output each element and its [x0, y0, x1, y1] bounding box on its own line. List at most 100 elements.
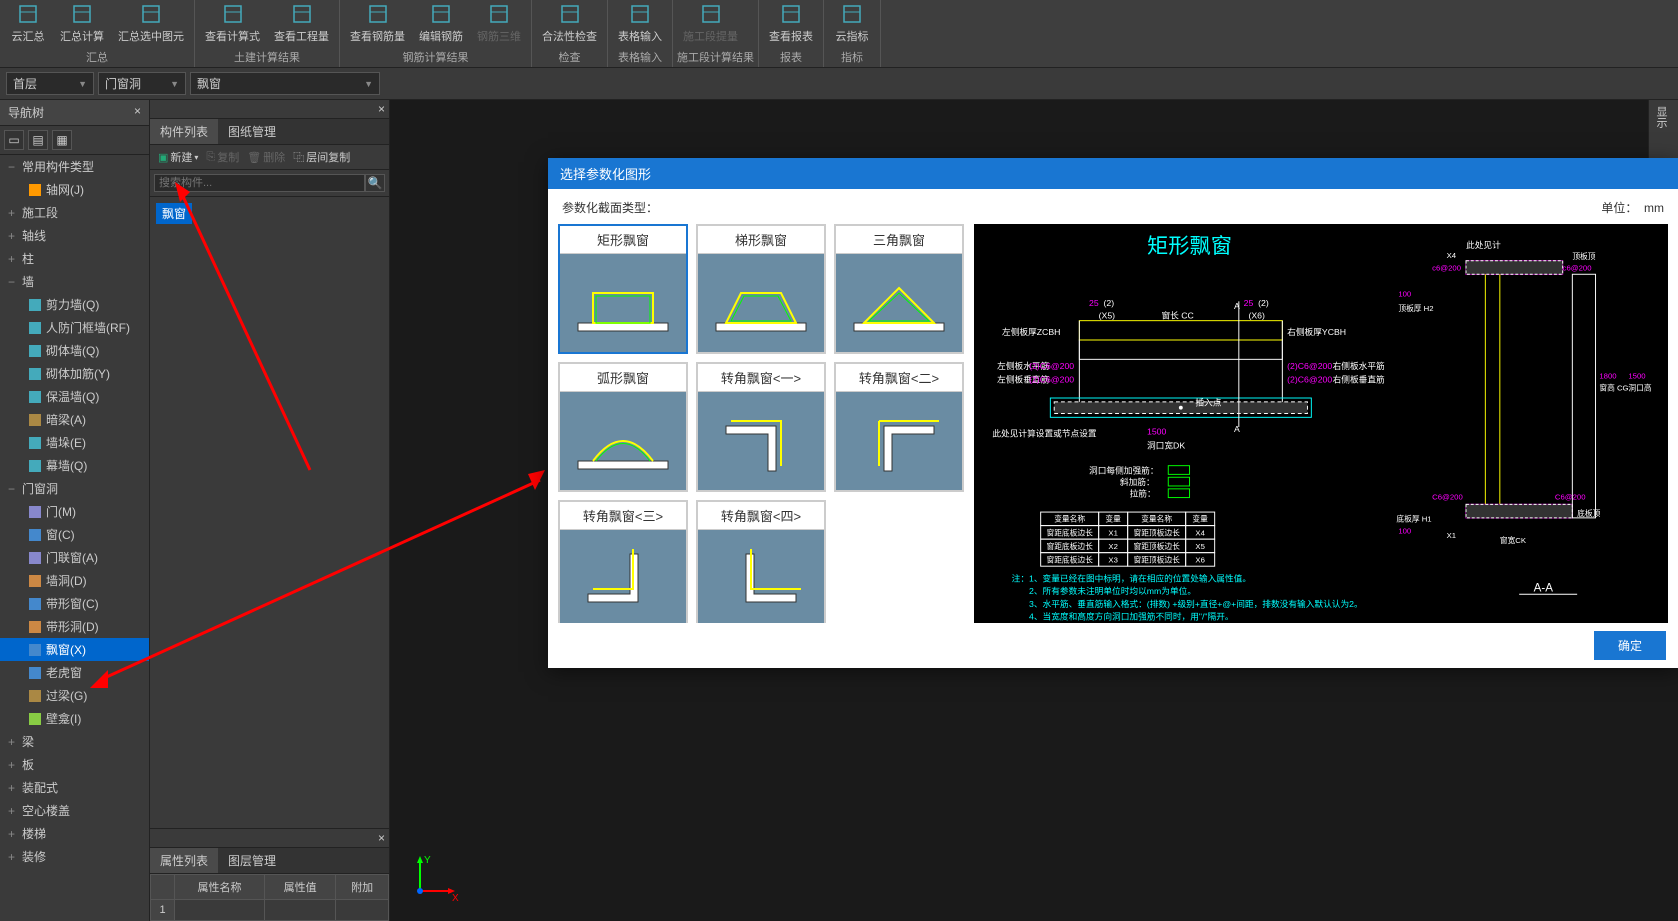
view-icon: [290, 2, 314, 26]
svg-text:X1: X1: [1447, 531, 1456, 540]
component-item[interactable]: 飘窗: [156, 203, 192, 224]
svg-text:25: 25: [1244, 298, 1254, 308]
ribbon-button[interactable]: 查看钢筋量: [344, 0, 411, 46]
shape-title: 梯形飘窗: [698, 226, 824, 254]
tree-item[interactable]: +轴线: [0, 224, 149, 247]
toggle-icon: −: [8, 160, 18, 174]
tree-item[interactable]: 暗梁(A): [0, 408, 149, 431]
tree-item[interactable]: −常用构件类型: [0, 155, 149, 178]
shape-card[interactable]: 转角飘窗<三>: [558, 500, 688, 623]
hole-icon: [28, 620, 42, 634]
tree-item[interactable]: +板: [0, 753, 149, 776]
tree-item[interactable]: 砌体加筋(Y): [0, 362, 149, 385]
shape-card[interactable]: 转角飘窗<一>: [696, 362, 826, 492]
tab-property-list[interactable]: 属性列表: [150, 848, 218, 873]
ribbon-button[interactable]: 汇总选中图元: [112, 0, 190, 46]
copy-button[interactable]: ⎘ 复制: [206, 149, 239, 165]
toggle-icon: +: [8, 827, 18, 841]
view-icon: [221, 2, 245, 26]
delete-button[interactable]: 🗑 删除: [247, 149, 285, 165]
table-row[interactable]: 1: [151, 900, 389, 921]
ribbon-button[interactable]: 查看工程量: [268, 0, 335, 46]
shape-card[interactable]: 转角飘窗<二>: [834, 362, 964, 492]
close-icon[interactable]: ×: [134, 104, 141, 121]
shape-card[interactable]: 弧形飘窗: [558, 362, 688, 492]
tree-item[interactable]: 过梁(G): [0, 684, 149, 707]
tree-item[interactable]: 门(M): [0, 500, 149, 523]
ribbon-button[interactable]: 编辑钢筋: [413, 0, 469, 46]
tree-item[interactable]: +楼梯: [0, 822, 149, 845]
ribbon-button-label: 施工段提量: [683, 28, 738, 44]
tree-item[interactable]: +梁: [0, 730, 149, 753]
ok-button[interactable]: 确定: [1594, 631, 1666, 660]
tab-component-list[interactable]: 构件列表: [150, 119, 218, 144]
shape-card[interactable]: 矩形飘窗: [558, 224, 688, 354]
show-settings-label[interactable]: 显示: [1649, 100, 1673, 134]
tab-drawing-manage[interactable]: 图纸管理: [218, 119, 286, 144]
ribbon-button-label: 查看工程量: [274, 28, 329, 44]
search-button[interactable]: 🔍: [365, 174, 385, 192]
category-selector[interactable]: 门窗洞▼: [98, 72, 186, 95]
svg-text:C6@200: C6@200: [1432, 493, 1463, 502]
tree-item[interactable]: +空心楼盖: [0, 799, 149, 822]
tree-item[interactable]: +施工段: [0, 201, 149, 224]
nav-tool-1[interactable]: ▭: [4, 130, 24, 150]
component-selector[interactable]: 飘窗▼: [190, 72, 380, 95]
tree-item[interactable]: 门联窗(A): [0, 546, 149, 569]
ribbon-button[interactable]: 钢筋三维: [471, 0, 527, 46]
tab-layer-manage[interactable]: 图层管理: [218, 848, 286, 873]
tree-item[interactable]: 剪力墙(Q): [0, 293, 149, 316]
tree-item[interactable]: 轴网(J): [0, 178, 149, 201]
tree-item[interactable]: −门窗洞: [0, 477, 149, 500]
floor-copy-button[interactable]: ⿻ 层间复制: [293, 149, 350, 165]
tree-item[interactable]: −墙: [0, 270, 149, 293]
svg-text:(X5): (X5): [1099, 311, 1116, 321]
ribbon-button[interactable]: 云汇总: [4, 0, 52, 46]
search-input[interactable]: [154, 174, 365, 192]
ribbon-toolbar: 云汇总汇总计算汇总选中图元汇总查看计算式查看工程量土建计算结果查看钢筋量编辑钢筋…: [0, 0, 1678, 68]
tree-item[interactable]: +柱: [0, 247, 149, 270]
nav-tool-3[interactable]: ▦: [52, 130, 72, 150]
tree-item[interactable]: +装修: [0, 845, 149, 868]
nav-tool-2[interactable]: ▤: [28, 130, 48, 150]
tree-item[interactable]: 墙垛(E): [0, 431, 149, 454]
ribbon-group-label: 土建计算结果: [199, 47, 335, 67]
close-icon[interactable]: ×: [378, 102, 385, 116]
tree-item[interactable]: 砌体墙(Q): [0, 339, 149, 362]
tree-item[interactable]: 墙洞(D): [0, 569, 149, 592]
svg-text:2、所有参数未注明单位时均以mm为单位。: 2、所有参数未注明单位时均以mm为单位。: [1012, 585, 1196, 596]
ribbon-button[interactable]: 合法性检查: [536, 0, 603, 46]
section-type-label: 参数化截面类型：: [562, 199, 658, 216]
floor-selector[interactable]: 首层▼: [6, 72, 94, 95]
tree-item-label: 带形洞(D): [46, 618, 99, 635]
tree-item[interactable]: 壁龛(I): [0, 707, 149, 730]
svg-text:1800: 1800: [1599, 372, 1616, 381]
shape-title: 转角飘窗<四>: [698, 502, 824, 530]
ribbon-button[interactable]: 查看报表: [763, 0, 819, 46]
tree-item[interactable]: 保温墙(Q): [0, 385, 149, 408]
shape-card[interactable]: 转角飘窗<四>: [696, 500, 826, 623]
tree-item[interactable]: 人防门框墙(RF): [0, 316, 149, 339]
tree-item[interactable]: 飘窗(X): [0, 638, 149, 661]
tree-item[interactable]: +装配式: [0, 776, 149, 799]
tree-item-label: 施工段: [22, 204, 58, 221]
tree-item-label: 梁: [22, 733, 34, 750]
tree-item[interactable]: 幕墙(Q): [0, 454, 149, 477]
ribbon-button[interactable]: 表格输入: [612, 0, 668, 46]
tree-item[interactable]: 老虎窗: [0, 661, 149, 684]
shape-card[interactable]: 三角飘窗: [834, 224, 964, 354]
ribbon-button[interactable]: 施工段提量: [677, 0, 744, 46]
tree-item[interactable]: 窗(C): [0, 523, 149, 546]
svg-text:1500: 1500: [1147, 427, 1166, 437]
tree-item-label: 带形窗(C): [46, 595, 99, 612]
ribbon-button[interactable]: 查看计算式: [199, 0, 266, 46]
shape-card[interactable]: 梯形飘窗: [696, 224, 826, 354]
tree-item[interactable]: 带形洞(D): [0, 615, 149, 638]
close-icon[interactable]: ×: [378, 831, 385, 845]
tree-item-label: 门(M): [46, 503, 76, 520]
ribbon-button[interactable]: 云指标: [828, 0, 876, 46]
new-button[interactable]: ▣ 新建 ▾: [158, 149, 198, 165]
tree-item[interactable]: 带形窗(C): [0, 592, 149, 615]
ribbon-button[interactable]: 汇总计算: [54, 0, 110, 46]
svg-text:洞口高: 洞口高: [1628, 382, 1651, 392]
